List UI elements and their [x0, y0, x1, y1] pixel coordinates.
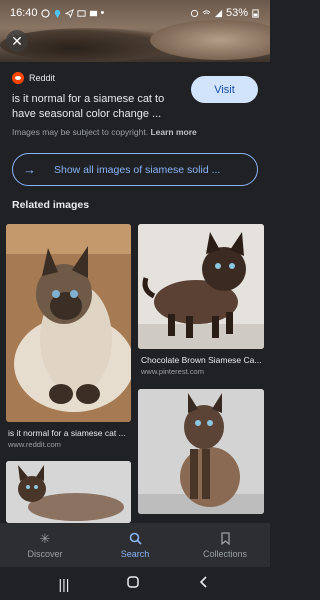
wifi-icon [202, 9, 211, 14]
related-image-2[interactable] [138, 224, 264, 349]
asterisk-icon: ✳ [39, 530, 51, 546]
photo-icon [76, 9, 86, 17]
nav-discover[interactable]: ✳ Discover [10, 530, 80, 559]
home-icon[interactable] [126, 575, 140, 592]
alarm-icon [190, 9, 199, 17]
recent-apps-icon[interactable]: ||| [59, 576, 70, 592]
related-images-heading: Related images [12, 199, 90, 211]
close-icon: ✕ [11, 32, 23, 49]
status-time: 16:40 [10, 7, 38, 19]
chocolate-siamese-picture [138, 224, 264, 349]
seated-siamese-picture [138, 389, 264, 514]
related-source-1: www.reddit.com [8, 440, 61, 449]
related-source-2: www.pinterest.com [141, 367, 204, 376]
signal-icon [214, 9, 223, 17]
battery-percent: 53% [225, 7, 248, 19]
back-icon[interactable] [197, 575, 211, 592]
arrow-right-icon: → [23, 162, 36, 177]
search-icon [128, 532, 142, 546]
battery-icon [252, 8, 259, 18]
whatsapp-icon [40, 8, 50, 18]
send-icon [64, 8, 74, 18]
copyright-text: Images may be subject to copyright. [12, 127, 149, 137]
bottom-navigation: ✳ Discover Search Collections [0, 523, 270, 567]
related-image-3[interactable] [138, 389, 264, 514]
status-bar: 16:40 • 53% [0, 0, 270, 26]
result-source[interactable]: Reddit [12, 72, 55, 84]
learn-more-link[interactable]: Learn more [150, 127, 196, 137]
bookmark-icon [218, 532, 232, 546]
close-button[interactable]: ✕ [6, 30, 28, 52]
show-all-images-button[interactable]: → Show all images of siamese solid ... [12, 153, 258, 186]
lying-siamese-picture [6, 461, 131, 523]
status-left: 16:40 • [10, 7, 104, 19]
nav-search[interactable]: Search [100, 532, 170, 559]
reddit-logo-icon [12, 72, 24, 84]
status-dot: • [100, 7, 105, 19]
location-icon [54, 9, 60, 18]
source-name: Reddit [29, 73, 56, 83]
related-image-4[interactable] [6, 461, 131, 523]
nav-collections[interactable]: Collections [190, 532, 260, 559]
related-caption-2[interactable]: Chocolate Brown Siamese Ca... [141, 355, 263, 365]
copyright-notice: Images may be subject to copyright. Lear… [12, 127, 197, 137]
visit-button[interactable]: Visit [191, 76, 258, 103]
status-right: 53% [190, 7, 260, 19]
nav-discover-label: Discover [27, 548, 63, 559]
show-all-label: Show all images of siamese solid ... [54, 163, 221, 176]
related-caption-1[interactable]: is it normal for a siamese cat ... [8, 428, 130, 438]
nav-search-label: Search [120, 548, 150, 559]
related-image-1[interactable] [6, 224, 131, 422]
result-title[interactable]: is it normal for a siamese cat to have s… [12, 92, 182, 122]
cat-fur-light [150, 20, 270, 60]
gallery-icon [89, 10, 97, 16]
siamese-cat-picture [6, 224, 131, 422]
nav-collections-label: Collections [202, 548, 248, 559]
system-navigation-bar: ||| [0, 567, 270, 600]
